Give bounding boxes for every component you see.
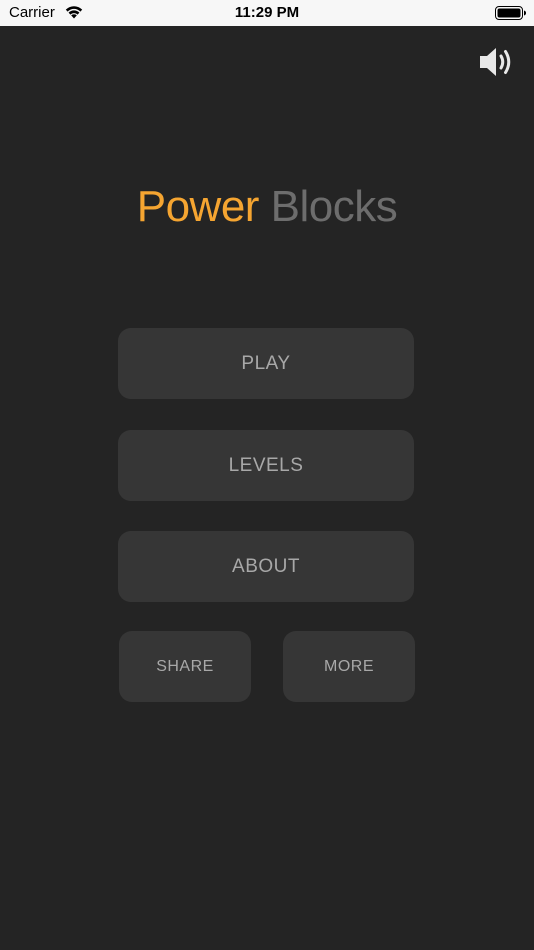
status-bar: Carrier 11:29 PM — [0, 0, 534, 26]
levels-button-label: LEVELS — [228, 454, 304, 476]
title-word-blocks: Blocks — [270, 182, 398, 231]
main-menu-screen: Carrier 11:29 PM Power Blocks PLAY LEVEL… — [0, 0, 534, 950]
battery-icon — [495, 6, 526, 20]
share-button[interactable]: SHARE — [119, 631, 251, 702]
about-button[interactable]: ABOUT — [118, 531, 414, 602]
game-title: Power Blocks — [0, 180, 534, 234]
share-button-label: SHARE — [156, 657, 214, 675]
about-button-label: ABOUT — [232, 555, 300, 577]
more-button[interactable]: MORE — [283, 631, 415, 702]
more-button-label: MORE — [324, 657, 374, 675]
title-word-power: Power — [136, 182, 260, 231]
play-button[interactable]: PLAY — [118, 328, 414, 399]
play-button-label: PLAY — [241, 352, 291, 374]
levels-button[interactable]: LEVELS — [118, 430, 414, 501]
speaker-icon[interactable] — [477, 42, 517, 82]
clock-time: 11:29 PM — [234, 4, 300, 21]
